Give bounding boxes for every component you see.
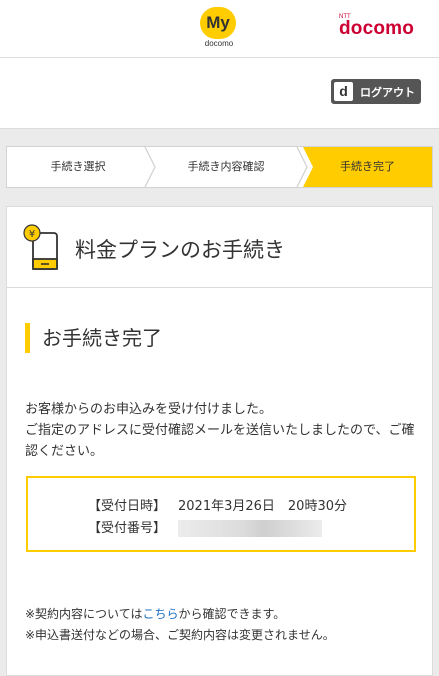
section-title: お手続き完了 xyxy=(25,323,162,353)
docomo-wordmark: docomo xyxy=(339,18,415,39)
datetime-label: 【受付日時】 xyxy=(88,499,167,514)
step-confirm: 手続き内容確認 xyxy=(187,160,265,173)
number-label: 【受付番号】 xyxy=(88,521,167,536)
receipt-datetime-row: 【受付日時】 2021年3月26日 20時30分 xyxy=(88,495,347,514)
procedure-card: ¥ 料金プランのお手続き お手続き完了 お客様からのお申込みを受け付けました。 … xyxy=(6,206,433,676)
completion-message: お客様からのお申込みを受け付けました。 ご指定のアドレスに受付確認メールを送信い… xyxy=(25,399,417,462)
contract-link[interactable]: こちら xyxy=(142,607,178,621)
receipt-box: 【受付日時】 2021年3月26日 20時30分 【受付番号】 xyxy=(26,476,416,552)
datetime-value: 2021年3月26日 20時30分 xyxy=(178,499,347,514)
step-select: 手続き選択 xyxy=(50,160,106,173)
notes: ※契約内容についてはこちらから確認できます。 ※申込書送付などの場合、ご契約内容… xyxy=(25,604,420,646)
page-title: 料金プランのお手続き xyxy=(75,238,285,262)
step-complete: 手続き完了 xyxy=(303,147,432,187)
logout-label: ログアウト xyxy=(360,85,415,99)
note-contract: ※契約内容についてはこちらから確認できます。 xyxy=(25,604,420,625)
app-header: My docomo NTT docomo xyxy=(0,0,439,58)
progress-steps: 手続き選択 手続き内容確認 手続き完了 xyxy=(6,146,433,188)
my-docomo-logo[interactable]: My docomo xyxy=(193,5,245,51)
note-text: から確認できます。 xyxy=(178,607,286,621)
receipt-number-masked xyxy=(178,520,323,537)
note-text: ※契約内容については xyxy=(25,607,143,621)
my-logo-subtext: docomo xyxy=(204,39,234,48)
smartphone-yen-icon: ¥ xyxy=(23,224,58,270)
receipt-number-row: 【受付番号】 xyxy=(88,517,323,537)
docomo-brand-logo[interactable]: NTT docomo xyxy=(339,14,421,40)
d-account-icon: d xyxy=(334,82,353,101)
account-bar: d ログアウト xyxy=(0,58,439,129)
svg-text:¥: ¥ xyxy=(29,229,35,240)
note-mail: ※申込書送付などの場合、ご契約内容は変更されません。 xyxy=(25,628,335,642)
card-header: ¥ 料金プランのお手続き xyxy=(7,207,432,288)
message-line: お客様からのお申込みを受け付けました。 xyxy=(25,402,273,417)
my-logo-badge: My xyxy=(200,7,236,39)
message-line: ご指定のアドレスに受付確認メールを送信いたしましたので、ご確認ください。 xyxy=(25,423,415,459)
logout-button[interactable]: d ログアウト xyxy=(331,79,421,104)
